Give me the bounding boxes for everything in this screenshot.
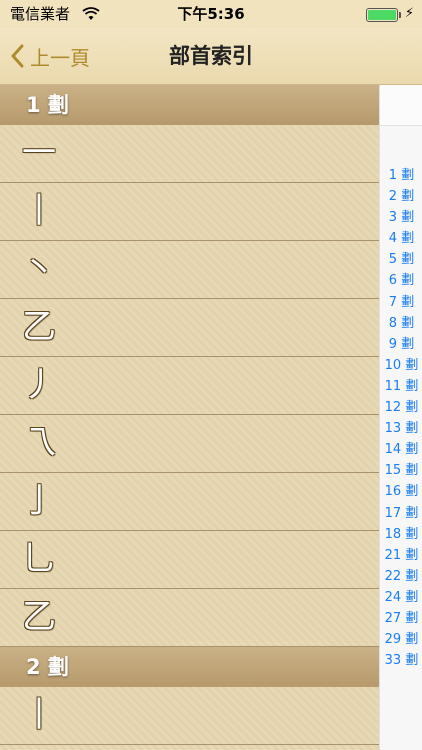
index-item[interactable]: 1 劃 — [380, 165, 422, 186]
index-item[interactable]: 15 劃 — [380, 460, 422, 481]
radical-glyph: 一 — [22, 133, 56, 173]
index-item[interactable]: 33 劃 — [380, 650, 422, 671]
list-item[interactable]: 丿 — [0, 357, 379, 415]
index-item[interactable]: 22 劃 — [380, 566, 422, 587]
index-item[interactable]: 18 劃 — [380, 524, 422, 545]
index-item[interactable]: 29 劃 — [380, 629, 422, 650]
status-bar: 電信業者 下午5:36 ⚡ — [0, 0, 422, 28]
radical-glyph: 丨 — [22, 191, 56, 231]
list-item[interactable]: 乁 — [0, 415, 379, 473]
index-item[interactable]: 12 劃 — [380, 397, 422, 418]
index-item[interactable]: 13 劃 — [380, 418, 422, 439]
index-item[interactable]: 14 劃 — [380, 439, 422, 460]
section-index-bar[interactable]: 1 劃 2 劃 3 劃 4 劃 5 劃 6 劃 7 劃 8 劃 9 劃 10 劃… — [379, 85, 422, 750]
radical-glyph: 乙 — [22, 307, 56, 347]
radical-glyph: 丨 — [22, 695, 56, 735]
section-header: 2 劃 — [0, 647, 379, 687]
list-item[interactable]: 一 — [0, 125, 379, 183]
status-time: 下午5:36 — [177, 5, 245, 23]
index-item[interactable]: 6 劃 — [380, 270, 422, 291]
index-item[interactable]: 3 劃 — [380, 207, 422, 228]
index-item[interactable]: 10 劃 — [380, 355, 422, 376]
list-item[interactable]: 亅 — [0, 473, 379, 531]
list-item[interactable]: 丨 — [0, 183, 379, 241]
index-item[interactable]: 11 劃 — [380, 376, 422, 397]
radical-glyph: 乙 — [22, 597, 56, 637]
battery-icon — [366, 8, 401, 22]
radical-glyph: 亅 — [22, 481, 56, 521]
list-item[interactable]: 乚 — [0, 531, 379, 589]
index-item[interactable]: 4 劃 — [380, 228, 422, 249]
index-item[interactable]: 2 劃 — [380, 186, 422, 207]
bolt-icon: ⚡ — [404, 6, 414, 21]
radical-glyph: 乚 — [22, 539, 56, 579]
list-item[interactable]: 丨 — [0, 687, 379, 745]
index-item[interactable]: 16 劃 — [380, 481, 422, 502]
page-title: 部首索引 — [169, 44, 253, 68]
index-item[interactable]: 8 劃 — [380, 313, 422, 334]
radical-glyph: 丶 — [22, 249, 56, 289]
index-item[interactable]: 27 劃 — [380, 608, 422, 629]
radical-list[interactable]: 1 劃 一 丨 丶 乙 丿 乁 亅 乚 乙 2 劃 丨 — [0, 85, 379, 750]
radical-glyph: 乁 — [22, 423, 56, 463]
section-header: 1 劃 — [0, 85, 379, 125]
list-item[interactable]: 乙 — [0, 299, 379, 357]
list-item[interactable]: 乙 — [0, 589, 379, 647]
index-item[interactable]: 9 劃 — [380, 334, 422, 355]
index-item[interactable]: 7 劃 — [380, 292, 422, 313]
index-item[interactable]: 5 劃 — [380, 249, 422, 270]
list-item[interactable]: 丶 — [0, 241, 379, 299]
index-item[interactable]: 24 劃 — [380, 587, 422, 608]
index-item[interactable]: 21 劃 — [380, 545, 422, 566]
index-bar-header — [380, 85, 422, 126]
index-item[interactable]: 17 劃 — [380, 503, 422, 524]
navigation-bar: 上一頁 部首索引 — [0, 28, 422, 85]
radical-glyph: 丿 — [22, 365, 56, 405]
